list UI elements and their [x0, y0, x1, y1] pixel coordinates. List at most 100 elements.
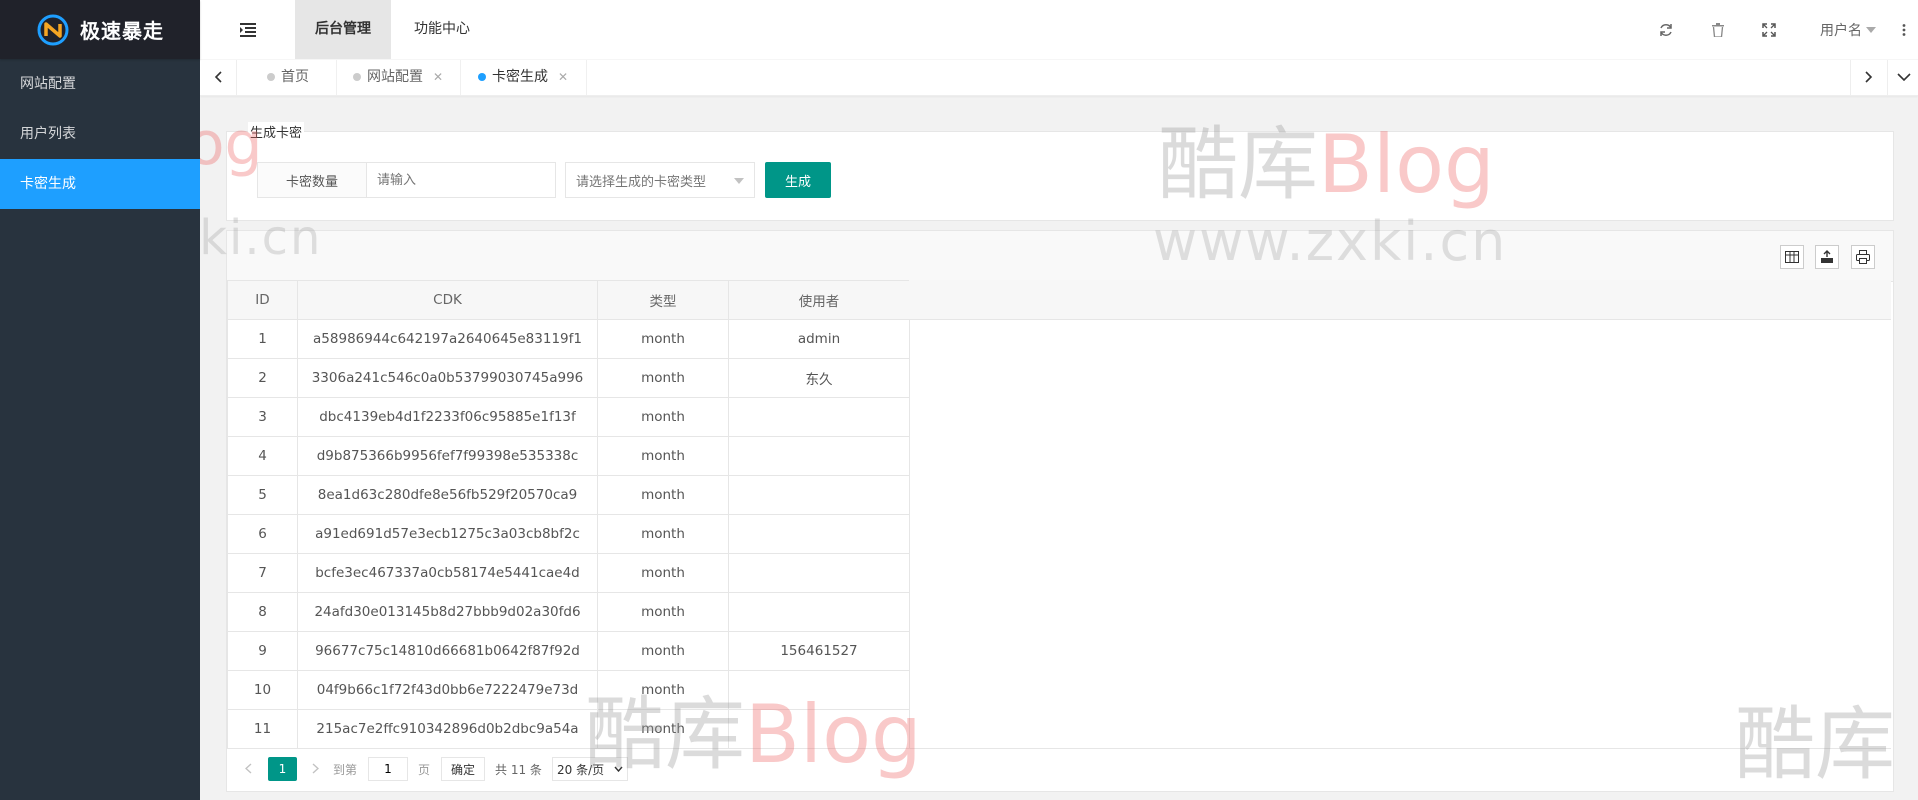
table-row[interactable]: 1 a58986944c642197a2640645e83119f1 month ad…	[227, 319, 910, 359]
tabs-scroll-right-button[interactable]	[1850, 59, 1888, 95]
page-tab-home[interactable]: 首页	[240, 59, 337, 95]
cell-id: 9	[227, 631, 298, 671]
cell-user: admin	[728, 319, 910, 359]
cell-type: month	[597, 592, 729, 632]
table-row[interactable]: 11 215ac7e2ffc910342896d0b2dbc9a54a month	[227, 709, 910, 749]
tab-dot-icon	[477, 73, 486, 81]
cell-cdk: d9b875366b9956fef7f99398e535338c	[297, 436, 598, 476]
logo[interactable]: 极速暴走	[0, 0, 200, 59]
generate-button[interactable]: 生成	[765, 162, 831, 198]
cell-type: month	[597, 436, 729, 476]
page-tab-card-generate[interactable]: 卡密生成 ✕	[460, 59, 587, 95]
column-header[interactable]: ID	[227, 280, 298, 320]
menu-fold-icon	[239, 22, 256, 37]
cell-cdk: 96677c75c14810d66681b0642f87f92d	[297, 631, 598, 671]
sidebar-item-site-config[interactable]: 网站配置	[0, 59, 200, 109]
cell-cdk: a91ed691d57e3ecb1275c3a03cb8bf2c	[297, 514, 598, 554]
count-input[interactable]	[366, 162, 556, 198]
table-row[interactable]: 8 24afd30e013145b8d27bbb9d02a30fd6 month	[227, 592, 910, 632]
fieldset-legend: 生成卡密	[248, 122, 305, 141]
table-row[interactable]: 7 bcfe3ec467337a0cb58174e5441cae4d month	[227, 553, 910, 593]
pager-goto-label: 到第	[333, 762, 358, 777]
more-button[interactable]	[1890, 0, 1918, 59]
cell-id: 11	[227, 709, 298, 749]
caret-down-icon	[1866, 26, 1876, 33]
cell-id: 6	[227, 514, 298, 554]
export-button[interactable]	[1815, 245, 1839, 269]
cell-user	[728, 514, 910, 554]
type-select-placeholder: 请选择生成的卡密类型	[576, 174, 707, 190]
cell-user	[728, 553, 910, 593]
table-row[interactable]: 5 8ea1d63c280dfe8e56fb529f20570ca9 month	[227, 475, 910, 515]
close-icon[interactable]: ✕	[558, 59, 568, 95]
table-row[interactable]: 2 3306a241c546c0a0b53799030745a996 month 东久	[227, 358, 910, 398]
header-tab-function-center[interactable]: 功能中心	[394, 0, 490, 59]
print-button[interactable]	[1851, 245, 1875, 269]
cell-cdk: 215ac7e2ffc910342896d0b2dbc9a54a	[297, 709, 598, 749]
cell-type: month	[597, 475, 729, 515]
logo-icon	[37, 14, 69, 45]
cell-id: 4	[227, 436, 298, 476]
cell-cdk: 3306a241c546c0a0b53799030745a996	[297, 358, 598, 398]
pager-page-unit: 页	[418, 762, 431, 777]
username-text: 用户名	[1820, 22, 1862, 39]
table-row[interactable]: 3 dbc4139eb4d1f2233f06c95885e1f13f month	[227, 397, 910, 437]
header-tab-admin[interactable]: 后台管理	[295, 0, 391, 59]
type-select[interactable]: 请选择生成的卡密类型	[565, 162, 755, 198]
cell-cdk: 8ea1d63c280dfe8e56fb529f20570ca9	[297, 475, 598, 515]
tab-dot-icon	[267, 73, 275, 81]
cell-type: month	[597, 397, 729, 437]
pager-size-value: 20 条/页	[557, 762, 605, 777]
table-row[interactable]: 10 04f9b66c1f72f43d0bb6e7222479e73d month	[227, 670, 910, 710]
pager-total-text: 共 11 条	[495, 762, 542, 777]
cell-type: month	[597, 709, 729, 749]
cell-cdk: a58986944c642197a2640645e83119f1	[297, 319, 598, 359]
fullscreen-icon	[1762, 22, 1776, 37]
column-header[interactable]: 使用者	[728, 280, 910, 320]
tabs-menu-button[interactable]	[1886, 59, 1918, 95]
user-menu[interactable]: 用户名	[1808, 0, 1888, 59]
table-body: 1 a58986944c642197a2640645e83119f1 month ad…	[227, 319, 910, 749]
table-toolbar	[227, 231, 1893, 282]
cell-id: 5	[227, 475, 298, 515]
refresh-button[interactable]	[1648, 0, 1684, 59]
table-row[interactable]: 4 d9b875366b9956fef7f99398e535338c month	[227, 436, 910, 476]
table-row[interactable]: 6 a91ed691d57e3ecb1275c3a03cb8bf2c month	[227, 514, 910, 554]
cell-id: 3	[227, 397, 298, 437]
cell-user	[728, 592, 910, 632]
page-tab-label: 卡密生成	[491, 69, 548, 85]
sidebar: 极速暴走 网站配置 用户列表 卡密生成	[0, 0, 200, 800]
logo-text: 极速暴走	[80, 19, 164, 43]
cell-cdk: 04f9b66c1f72f43d0bb6e7222479e73d	[297, 670, 598, 710]
sidebar-item-card-generate[interactable]: 卡密生成	[0, 159, 200, 209]
table-row[interactable]: 9 96677c75c14810d66681b0642f87f92d month 15…	[227, 631, 910, 671]
cell-id: 8	[227, 592, 298, 632]
tabs-scroll-left-button[interactable]	[200, 59, 237, 95]
pager-prev-button[interactable]	[238, 757, 258, 779]
cell-id: 10	[227, 670, 298, 710]
close-icon[interactable]: ✕	[433, 59, 443, 95]
columns-filter-button[interactable]	[1780, 245, 1804, 269]
page-tab-site-config[interactable]: 网站配置 ✕	[336, 59, 461, 95]
chevron-right-icon	[312, 762, 319, 774]
chevron-down-icon	[614, 766, 623, 772]
column-header[interactable]: CDK	[297, 280, 598, 320]
cell-user	[728, 475, 910, 515]
menu-toggle-button[interactable]	[200, 0, 295, 59]
tab-dot-icon	[352, 73, 361, 81]
chevron-down-icon	[1897, 73, 1911, 81]
pager-next-button[interactable]	[305, 757, 325, 779]
cell-id: 2	[227, 358, 298, 398]
pager-size-select[interactable]: 20 条/页	[552, 757, 628, 781]
clear-cache-button[interactable]	[1700, 0, 1736, 59]
column-header[interactable]: 类型	[597, 280, 729, 320]
sidebar-item-user-list[interactable]: 用户列表	[0, 109, 200, 159]
pager-current-page[interactable]: 1	[268, 757, 297, 781]
trash-icon	[1712, 22, 1724, 37]
pager-goto-input[interactable]	[368, 757, 408, 781]
page-tab-label: 网站配置	[366, 69, 423, 85]
cell-type: month	[597, 553, 729, 593]
fullscreen-button[interactable]	[1751, 0, 1787, 59]
pager-confirm-button[interactable]: 确定	[441, 757, 485, 781]
cell-type: month	[597, 631, 729, 671]
